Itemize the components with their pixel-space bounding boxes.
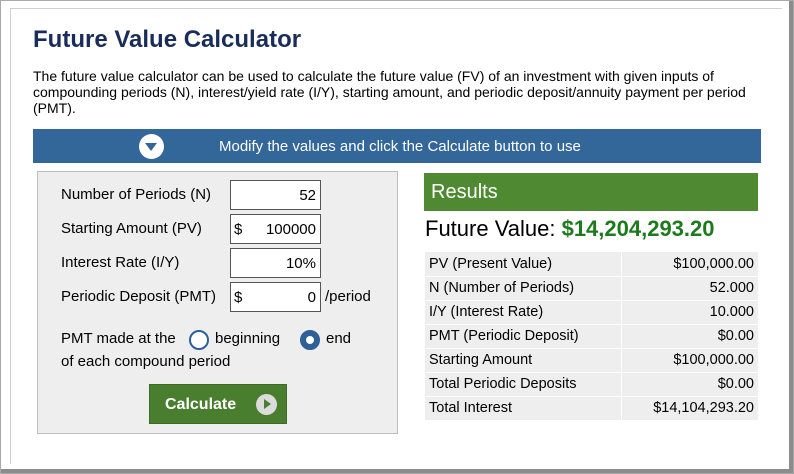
- result-key: Total Periodic Deposits: [425, 372, 622, 397]
- result-key: N (Number of Periods): [425, 276, 622, 301]
- deposit-value: 0: [307, 288, 316, 306]
- radio-end-label[interactable]: end: [326, 330, 351, 347]
- result-value: $100,000.00: [621, 348, 758, 373]
- description: The future value calculator can be used …: [33, 68, 746, 116]
- result-value: 52.000: [621, 276, 758, 301]
- page-title: Future Value Calculator: [33, 26, 302, 53]
- result-value: $100,000.00: [621, 252, 758, 277]
- chevron-down-circle-icon[interactable]: [139, 134, 164, 159]
- play-arrow-icon: [256, 394, 277, 415]
- result-value: $0.00: [621, 324, 758, 349]
- future-value-line: Future Value: $14,204,293.20: [425, 216, 715, 242]
- fv-value: $14,204,293.20: [561, 216, 715, 241]
- periods-value: 52: [299, 186, 316, 204]
- table-row: Total Interest $14,104,293.20: [425, 396, 758, 421]
- rate-label: Interest Rate (I/Y): [61, 254, 180, 271]
- result-key: I/Y (Interest Rate): [425, 300, 622, 325]
- result-value: $0.00: [621, 372, 758, 397]
- calculate-button[interactable]: Calculate: [149, 384, 287, 424]
- periods-label: Number of Periods (N): [61, 186, 212, 203]
- pmt-lead-text: PMT made at the: [61, 330, 176, 347]
- table-row: N (Number of Periods) 52.000: [425, 276, 758, 301]
- result-key: PV (Present Value): [425, 252, 622, 277]
- fv-label: Future Value:: [425, 216, 556, 241]
- result-value: $14,104,293.20: [621, 396, 758, 421]
- periods-input[interactable]: 52: [230, 180, 321, 210]
- starting-label: Starting Amount (PV): [61, 220, 202, 237]
- table-row: PV (Present Value) $100,000.00: [425, 252, 758, 277]
- periods-row: Number of Periods (N) 52: [38, 180, 399, 210]
- rate-row: Interest Rate (I/Y) 10%: [38, 248, 399, 278]
- results-heading: Results: [431, 181, 498, 203]
- starting-amount-input[interactable]: $ 100000: [230, 214, 321, 244]
- interest-rate-input[interactable]: 10%: [230, 248, 321, 278]
- starting-row: Starting Amount (PV) $ 100000: [38, 214, 399, 244]
- periodic-deposit-input[interactable]: $ 0: [230, 282, 321, 312]
- rate-value: 10: [285, 254, 303, 272]
- results-table: PV (Present Value) $100,000.00 N (Number …: [425, 252, 758, 421]
- pmt-tail-text: of each compound period: [61, 353, 231, 370]
- deposit-row: Periodic Deposit (PMT) $ 0 /period: [38, 282, 399, 312]
- deposit-label: Periodic Deposit (PMT): [61, 288, 217, 305]
- result-key: PMT (Periodic Deposit): [425, 324, 622, 349]
- table-row: Total Periodic Deposits $0.00: [425, 372, 758, 397]
- rate-suffix: %: [302, 254, 316, 272]
- result-key: Starting Amount: [425, 348, 622, 373]
- instruction-banner[interactable]: Modify the values and click the Calculat…: [33, 129, 761, 163]
- table-row: I/Y (Interest Rate) 10.000: [425, 300, 758, 325]
- table-row: Starting Amount $100,000.00: [425, 348, 758, 373]
- result-key: Total Interest: [425, 396, 622, 421]
- results-header: Results: [424, 173, 758, 211]
- input-form: Number of Periods (N) 52 Starting Amount…: [37, 171, 398, 434]
- deposit-prefix: $: [234, 289, 243, 306]
- table-row: PMT (Periodic Deposit) $0.00: [425, 324, 758, 349]
- radio-beginning-label[interactable]: beginning: [215, 330, 280, 347]
- banner-text: Modify the values and click the Calculat…: [219, 138, 581, 155]
- calculate-label: Calculate: [165, 396, 237, 413]
- radio-end[interactable]: [300, 330, 320, 350]
- radio-beginning[interactable]: [189, 330, 209, 350]
- starting-prefix: $: [234, 221, 243, 238]
- starting-value: 100000: [265, 220, 316, 238]
- deposit-suffix: /period: [325, 288, 371, 305]
- result-value: 10.000: [621, 300, 758, 325]
